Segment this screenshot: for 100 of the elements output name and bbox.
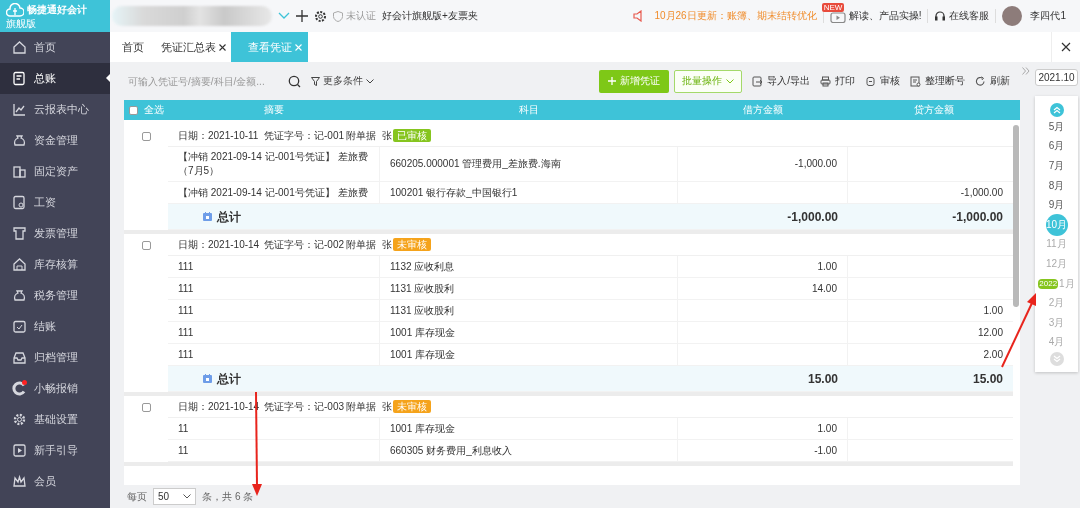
- plus-icon[interactable]: [296, 10, 308, 22]
- scrollbar-thumb[interactable]: [1013, 125, 1019, 307]
- toolbar-button[interactable]: 整理断号: [910, 74, 965, 88]
- page-size-select[interactable]: 50: [153, 488, 197, 505]
- table-cell: 111: [168, 256, 380, 277]
- refresh-icon: [975, 75, 986, 87]
- table-cell: 660305 财务费用_利息收入: [380, 440, 678, 461]
- blurred-account-field[interactable]: [112, 6, 272, 26]
- sidebar-item[interactable]: 总账: [0, 63, 110, 94]
- document-icon: [12, 71, 27, 86]
- play-icon: [12, 443, 27, 458]
- month-item[interactable]: 9月: [1048, 198, 1065, 213]
- month-item[interactable]: 5月: [1048, 119, 1065, 134]
- receipt-icon: [12, 226, 27, 241]
- toolbar-button[interactable]: 打印: [820, 74, 855, 88]
- sidebar-label: 税务管理: [34, 288, 78, 303]
- tab-label: 查看凭证: [248, 39, 292, 55]
- table-cell: 1131 应收股利: [380, 278, 678, 299]
- printer-icon: [820, 75, 831, 87]
- total-label: 总计: [217, 371, 241, 386]
- year-tag: 2022: [1038, 278, 1059, 289]
- column-header: 贷方金额: [913, 103, 955, 117]
- promo-link[interactable]: 解读、产品实操!: [848, 9, 922, 23]
- sidebar-item[interactable]: 会员: [0, 466, 110, 497]
- app-name: 畅捷通好会计: [27, 3, 87, 17]
- close-icon[interactable]: [219, 43, 226, 51]
- month-item[interactable]: 6月: [1048, 139, 1065, 154]
- edition-label: 旗舰版: [6, 18, 37, 29]
- money-bag-icon: [12, 133, 27, 148]
- sidebar-item[interactable]: 归档管理: [0, 342, 110, 373]
- sidebar-item[interactable]: 新手引导: [0, 435, 110, 466]
- table-cell: 11: [168, 440, 380, 461]
- status-tag: 已审核: [393, 129, 431, 142]
- house-icon: [12, 257, 27, 272]
- sidebar-item[interactable]: 工资: [0, 187, 110, 218]
- stamp-icon: [865, 75, 876, 87]
- sidebar-item[interactable]: 税务管理: [0, 280, 110, 311]
- tab[interactable]: 首页: [110, 32, 149, 62]
- sidebar-item[interactable]: 结账: [0, 311, 110, 342]
- sidebar-item[interactable]: 基础设置: [0, 404, 110, 435]
- checkbox[interactable]: [141, 132, 151, 141]
- total-credit: 15.00: [971, 370, 1004, 388]
- sidebar-item[interactable]: 小畅报销: [0, 373, 110, 404]
- settings-icon[interactable]: [314, 9, 327, 23]
- user-name[interactable]: 李四代1: [1030, 9, 1066, 23]
- sidebar-item[interactable]: 云报表中心: [0, 94, 110, 125]
- import-export-icon: [752, 75, 764, 87]
- sidebar-item[interactable]: 固定资产: [0, 156, 110, 187]
- sidebar-item[interactable]: 首页: [0, 32, 110, 63]
- total-label: 总计: [217, 209, 241, 224]
- checkbox[interactable]: [141, 403, 151, 412]
- table-cell: 【冲销 2021-09-14 记-001号凭证】 差旅费: [168, 182, 380, 203]
- headset-icon: [934, 10, 947, 22]
- toolbar-button[interactable]: 导入/导出: [752, 74, 810, 88]
- sidebar-item[interactable]: 发票管理: [0, 218, 110, 249]
- user-avatar[interactable]: [1002, 6, 1023, 26]
- tab[interactable]: 凭证汇总表: [149, 32, 231, 62]
- calendar-icon: [203, 374, 212, 383]
- toolbar-button[interactable]: 审核: [865, 74, 900, 88]
- sidebar-item[interactable]: 库存核算: [0, 249, 110, 280]
- table-cell: 1001 库存现金: [380, 344, 678, 365]
- search-icon[interactable]: [288, 74, 301, 88]
- sidebar-label: 总账: [34, 71, 56, 86]
- sidebar-label: 新手引导: [34, 443, 78, 458]
- chevron-down-icon: [183, 494, 192, 499]
- double-chevron-right-icon[interactable]: [1022, 67, 1030, 75]
- toolbar-button[interactable]: 刷新: [975, 74, 1010, 88]
- sidebar-label: 工资: [34, 195, 56, 210]
- voucher-date: 日期：2021-10-11: [178, 128, 260, 143]
- table-cell: 1.00: [678, 256, 848, 277]
- house-icon: [12, 40, 27, 55]
- gear-icon: [12, 412, 27, 427]
- money-bag-icon: [12, 288, 27, 303]
- chevron-down-icon[interactable]: [278, 12, 290, 20]
- close-icon: [1061, 42, 1071, 52]
- table-cell: 660205.000001 管理费用_差旅费.海南: [380, 147, 678, 181]
- voucher-number: 凭证字号：记-002: [264, 237, 345, 252]
- month-item[interactable]: 7月: [1048, 159, 1065, 173]
- sidebar-label: 结账: [34, 319, 56, 334]
- attachments-unit: 张: [382, 399, 392, 414]
- period-field[interactable]: 2021.10: [1035, 69, 1078, 86]
- checkbox[interactable]: [129, 105, 138, 115]
- chevron-down-icon: [726, 78, 735, 84]
- sidebar-label: 基础设置: [34, 412, 78, 427]
- more-filters-button[interactable]: 更多条件: [311, 74, 374, 88]
- attachments-label: 附单据: [346, 399, 376, 414]
- chevron-up-icon[interactable]: [1049, 103, 1064, 117]
- checkbox[interactable]: [141, 241, 151, 250]
- table-cell: 11: [168, 418, 380, 439]
- sidebar-item[interactable]: 资金管理: [0, 125, 110, 156]
- new-badge: NEW: [821, 2, 845, 12]
- online-support-link[interactable]: 在线客服: [949, 9, 990, 23]
- voucher-date: 日期：2021-10-14: [178, 237, 261, 252]
- search-field[interactable]: 可输入凭证号/摘要/科目/金额...: [124, 75, 278, 87]
- month-item[interactable]: 8月: [1048, 178, 1065, 193]
- status-tag: 未审核: [393, 238, 431, 251]
- table-cell: 1.00: [678, 418, 848, 439]
- building-icon: [12, 164, 27, 179]
- table-cell: 1131 应收股利: [380, 300, 678, 321]
- total-credit: -1,000.00: [951, 208, 1004, 226]
